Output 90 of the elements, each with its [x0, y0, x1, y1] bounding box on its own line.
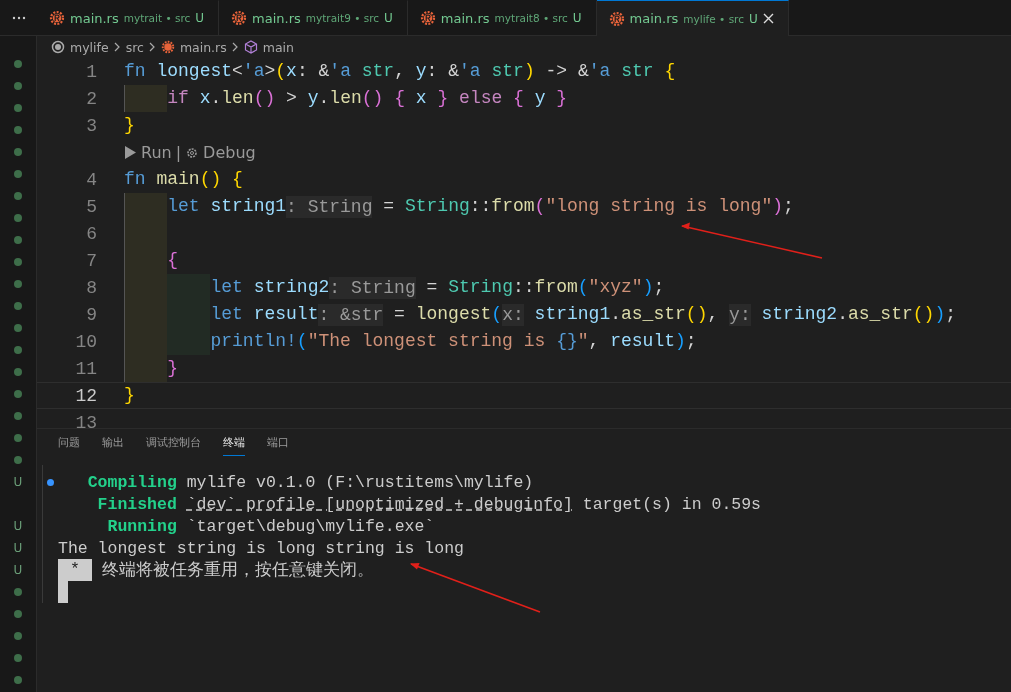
- status-dot-icon: [14, 82, 22, 90]
- status-dot-icon: [14, 280, 22, 288]
- gear-icon: [608, 10, 625, 27]
- line-number: 2: [85, 88, 98, 109]
- status-dot-icon: [14, 456, 22, 464]
- editor-tab[interactable]: main.rs mylife • src U: [596, 0, 789, 36]
- breadcrumb-item[interactable]: main: [243, 39, 294, 55]
- line-number: 5: [85, 196, 98, 217]
- run-link[interactable]: Run: [124, 143, 172, 162]
- panel-tab[interactable]: 输出: [102, 435, 124, 455]
- status-label: Compiling: [86, 472, 177, 492]
- status-dot-icon: [14, 126, 22, 134]
- status-dot-icon: [14, 346, 22, 354]
- line-number: 12: [74, 385, 98, 406]
- play-icon: [124, 145, 137, 160]
- git-status: U: [13, 519, 23, 533]
- separator: |: [175, 143, 182, 162]
- chevron-icon: [113, 42, 121, 52]
- status-dot-icon: [14, 302, 22, 310]
- terminal-text: mylife v0.1.0 (F:\rustitems\mylife): [186, 472, 534, 492]
- gear-icon: [185, 145, 200, 160]
- breadcrumb-item[interactable]: src: [125, 39, 144, 55]
- status-dot-icon: [14, 104, 22, 112]
- status-dot-icon: [14, 324, 22, 332]
- terminal-text: target(s) in 0.59s: [581, 494, 761, 514]
- panel-tab[interactable]: 端口: [267, 435, 289, 455]
- line-number: 4: [85, 169, 98, 190]
- line-number: 1: [85, 61, 98, 82]
- code-line: let string1: String = String::from("long string is long");: [124, 193, 794, 220]
- status-dot-icon: [14, 434, 22, 442]
- code-line: }: [124, 114, 135, 137]
- git-status: U: [13, 541, 23, 555]
- status-dot-icon: [14, 412, 22, 420]
- status-dot-icon: [14, 588, 22, 596]
- chevron-icon: [231, 42, 239, 52]
- code-line: {: [124, 247, 179, 274]
- line-number: 3: [85, 115, 98, 136]
- line-number: 8: [85, 277, 98, 298]
- terminal-text: `target\debug\mylife.exe`: [186, 516, 435, 536]
- status-dot-icon: [14, 368, 22, 376]
- line-number: 7: [85, 250, 98, 271]
- panel-tab[interactable]: 问题: [58, 435, 80, 455]
- task-badge: *: [58, 559, 92, 581]
- line-number: 10: [74, 331, 98, 352]
- status-dot-icon: [14, 236, 22, 244]
- code-line: }: [124, 355, 179, 382]
- status-label: Finished: [96, 494, 177, 514]
- status-dot-icon: [14, 610, 22, 618]
- status-dot-icon: [14, 148, 22, 156]
- status-dot-icon: [14, 390, 22, 398]
- terminal-cursor: [58, 581, 68, 603]
- breadcrumb-item[interactable]: main.rs: [160, 39, 227, 55]
- git-status: U: [13, 563, 23, 577]
- code-line: println!("The longest string is {}", result);: [124, 328, 697, 355]
- terminal-text: The longest string is long string is long: [58, 538, 464, 558]
- breadcrumb-item[interactable]: mylife: [51, 39, 109, 55]
- status-label: Running: [106, 516, 177, 536]
- gear-icon: [160, 40, 175, 54]
- code-line: fn main() {: [124, 168, 243, 191]
- code-line: }: [124, 384, 135, 407]
- line-number: 13: [74, 412, 98, 428]
- status-dot-icon: [14, 258, 22, 266]
- line-number: 11: [74, 358, 98, 379]
- status-dot-icon: [14, 214, 22, 222]
- code-line: fn longest<'a>(x: &'a str, y: &'a str) -> &'a str {: [124, 60, 676, 83]
- gear-icon: [231, 10, 248, 26]
- code-line: let result: &str = longest(x: string1.as_str(), y: string2.as_str());: [124, 301, 956, 328]
- close-icon[interactable]: [762, 13, 774, 24]
- status-dot-icon: [14, 654, 22, 662]
- line-number: 9: [85, 304, 98, 325]
- status-dot-icon: [14, 60, 22, 68]
- terminal-link[interactable]: `dev` profile [unoptimized + debuginfo]: [186, 494, 573, 514]
- panel-tab[interactable]: 调试控制台: [146, 435, 201, 455]
- terminal-text: 终端将被任务重用，按任意键关闭。: [101, 559, 374, 581]
- status-dot-icon: [14, 676, 22, 684]
- status-dot-icon: [14, 192, 22, 200]
- status-dot-icon: [14, 170, 22, 178]
- line-number: 6: [85, 223, 98, 244]
- panel-tab[interactable]: 终端: [223, 435, 245, 456]
- git-status: U: [13, 475, 23, 489]
- more-icon[interactable]: [11, 15, 26, 20]
- code-line: let string2: String = String::from("xyz");: [124, 274, 665, 301]
- gear-icon: [49, 10, 65, 26]
- chevron-icon: [148, 42, 156, 52]
- circle-icon: [51, 40, 65, 54]
- status-dot-icon: [14, 632, 22, 640]
- cube-icon: [243, 40, 258, 54]
- code-line: if x.len() > y.len() { x } else { y }: [124, 85, 568, 112]
- debug-link[interactable]: Debug: [185, 143, 256, 162]
- gear-icon: [419, 10, 436, 26]
